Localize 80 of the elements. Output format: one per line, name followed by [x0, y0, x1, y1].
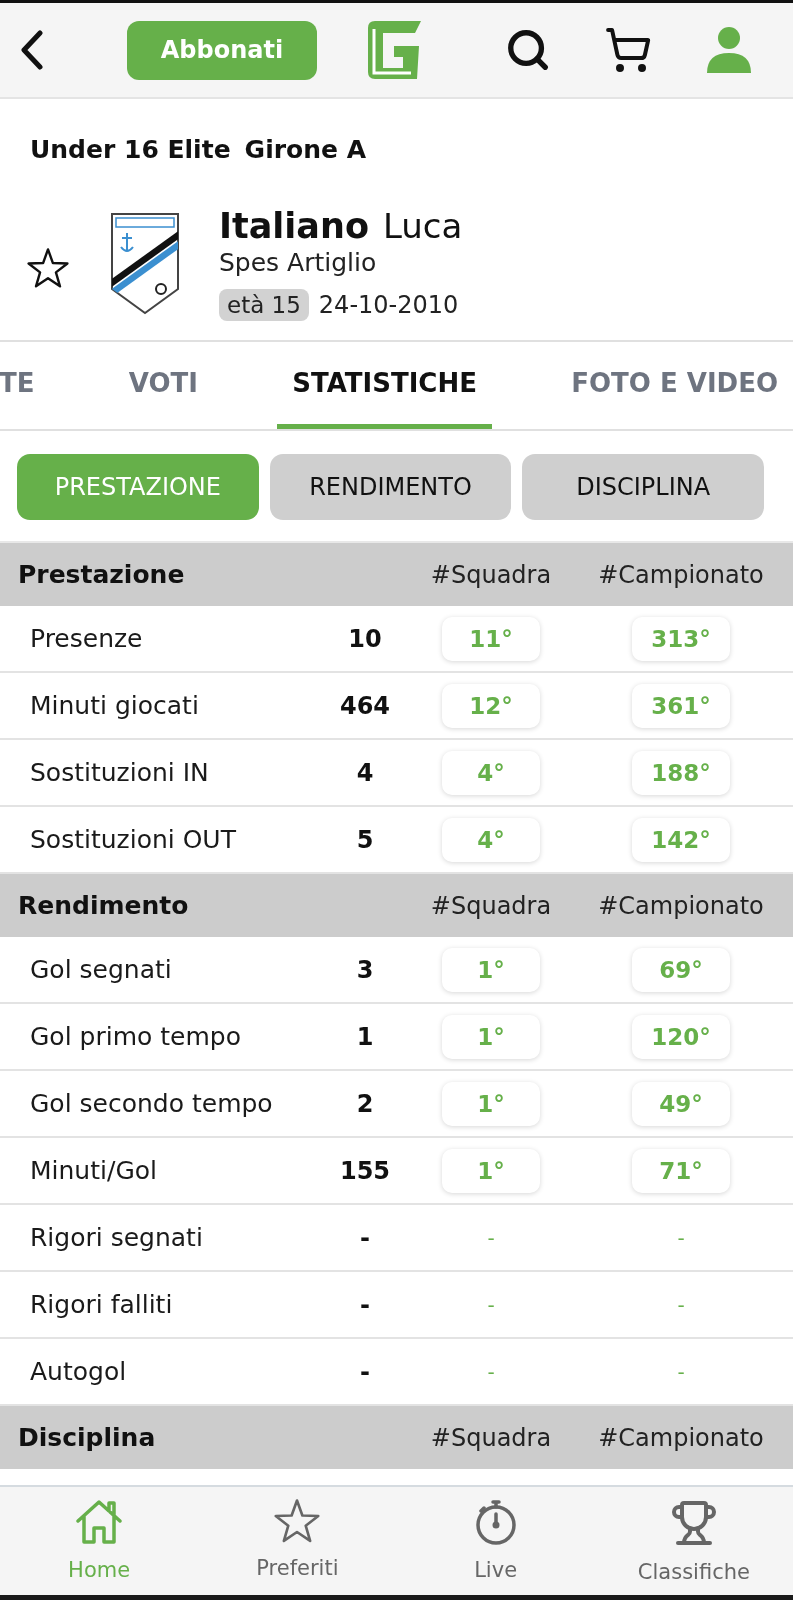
stat-value: 1 — [356, 1022, 374, 1051]
team-rank-badge: 4° — [442, 817, 540, 862]
group-title: Girone A — [244, 135, 366, 165]
tab[interactable]: STATISTICHE — [277, 342, 492, 429]
nav-tab[interactable]: Classifiche — [594, 1487, 793, 1595]
league-rank-heading: #Campionato — [598, 1423, 764, 1452]
stat-value: 3 — [356, 955, 374, 984]
league-rank-badge: 142° — [632, 817, 730, 862]
section-title: Disciplina — [18, 1423, 157, 1452]
team-rank-badge: 12° — [442, 683, 540, 728]
star-icon[interactable] — [27, 248, 69, 288]
league-rank-heading: #Campionato — [598, 891, 764, 920]
league-rank-badge: 71° — [632, 1148, 730, 1193]
stat-value: 155 — [339, 1156, 391, 1185]
filter-button[interactable]: PRESTAZIONE — [17, 454, 259, 520]
team-rank-badge: 1° — [442, 947, 540, 992]
search-icon[interactable] — [505, 27, 551, 73]
team-rank: - — [487, 1359, 495, 1384]
tab[interactable]: TE — [0, 342, 50, 429]
stat-label: Gol segnati — [30, 955, 173, 984]
stat-value: 4 — [356, 758, 374, 787]
team-rank-badge: 11° — [442, 616, 540, 661]
filter-button[interactable]: RENDIMENTO — [269, 454, 512, 520]
team-rank-heading: #Squadra — [430, 891, 552, 920]
team-rank-heading: #Squadra — [430, 1423, 552, 1452]
filter-button[interactable]: DISCIPLINA — [522, 454, 764, 520]
league-rank: - — [677, 1292, 685, 1317]
tab[interactable]: VOTI — [113, 342, 213, 429]
league-rank-heading: #Campionato — [598, 560, 764, 589]
stat-label: Gol secondo tempo — [30, 1089, 274, 1118]
league-rank-badge: 188° — [632, 750, 730, 795]
stat-value: - — [360, 1223, 370, 1252]
stat-label: Rigori falliti — [30, 1290, 174, 1319]
birth-date: 24-10-2010 — [318, 291, 459, 319]
league-rank-badge: 49° — [632, 1081, 730, 1126]
stat-label: Autogol — [30, 1357, 128, 1386]
team-name: Spes Artiglio — [219, 247, 378, 279]
logo-icon[interactable] — [365, 19, 422, 81]
league-rank: - — [677, 1225, 685, 1250]
stat-value: 464 — [339, 691, 391, 720]
age-badge: età 15 — [219, 289, 309, 321]
stat-label: Minuti/Gol — [30, 1156, 158, 1185]
section-title: Prestazione — [18, 560, 186, 589]
stat-label: Sostituzioni OUT — [30, 825, 237, 854]
team-rank-badge: 1° — [442, 1081, 540, 1126]
stat-label: Gol primo tempo — [30, 1022, 242, 1051]
league-rank-badge: 313° — [632, 616, 730, 661]
back-icon[interactable] — [20, 30, 44, 70]
star-icon — [274, 1499, 321, 1543]
stat-label: Rigori segnati — [30, 1223, 204, 1252]
team-rank: - — [487, 1292, 495, 1317]
league-rank-badge: 361° — [632, 683, 730, 728]
stat-label: Minuti giocati — [30, 691, 200, 720]
team-rank-badge: 1° — [442, 1148, 540, 1193]
team-rank-heading: #Squadra — [430, 560, 552, 589]
category-title: Under 16 Elite — [30, 135, 231, 165]
cart-icon[interactable] — [604, 26, 652, 74]
league-rank-badge: 120° — [632, 1014, 730, 1059]
league-rank-badge: 69° — [632, 947, 730, 992]
team-rank-badge: 1° — [442, 1014, 540, 1059]
subscribe-button[interactable]: Abbonati — [127, 20, 317, 80]
nav-tab[interactable]: Preferiti — [198, 1487, 397, 1595]
house-icon — [75, 1499, 124, 1545]
nav-tab[interactable]: Live — [396, 1487, 595, 1595]
stat-value: 5 — [356, 825, 374, 854]
team-rank-badge: 4° — [442, 750, 540, 795]
stat-value: 10 — [348, 624, 382, 653]
section-title: Rendimento — [18, 891, 190, 920]
league-rank: - — [677, 1359, 685, 1384]
stat-label: Sostituzioni IN — [30, 758, 210, 787]
team-rank: - — [487, 1225, 495, 1250]
player-surname: Italiano — [219, 205, 369, 247]
stat-label: Presenze — [30, 624, 144, 653]
stat-value: - — [360, 1357, 370, 1386]
player-name: Luca — [382, 205, 463, 247]
stat-value: - — [360, 1290, 370, 1319]
trophy-icon — [669, 1499, 718, 1547]
crest-icon — [109, 210, 181, 316]
tab[interactable]: FOTO E VIDEO — [556, 342, 793, 429]
stat-value: 2 — [356, 1089, 374, 1118]
